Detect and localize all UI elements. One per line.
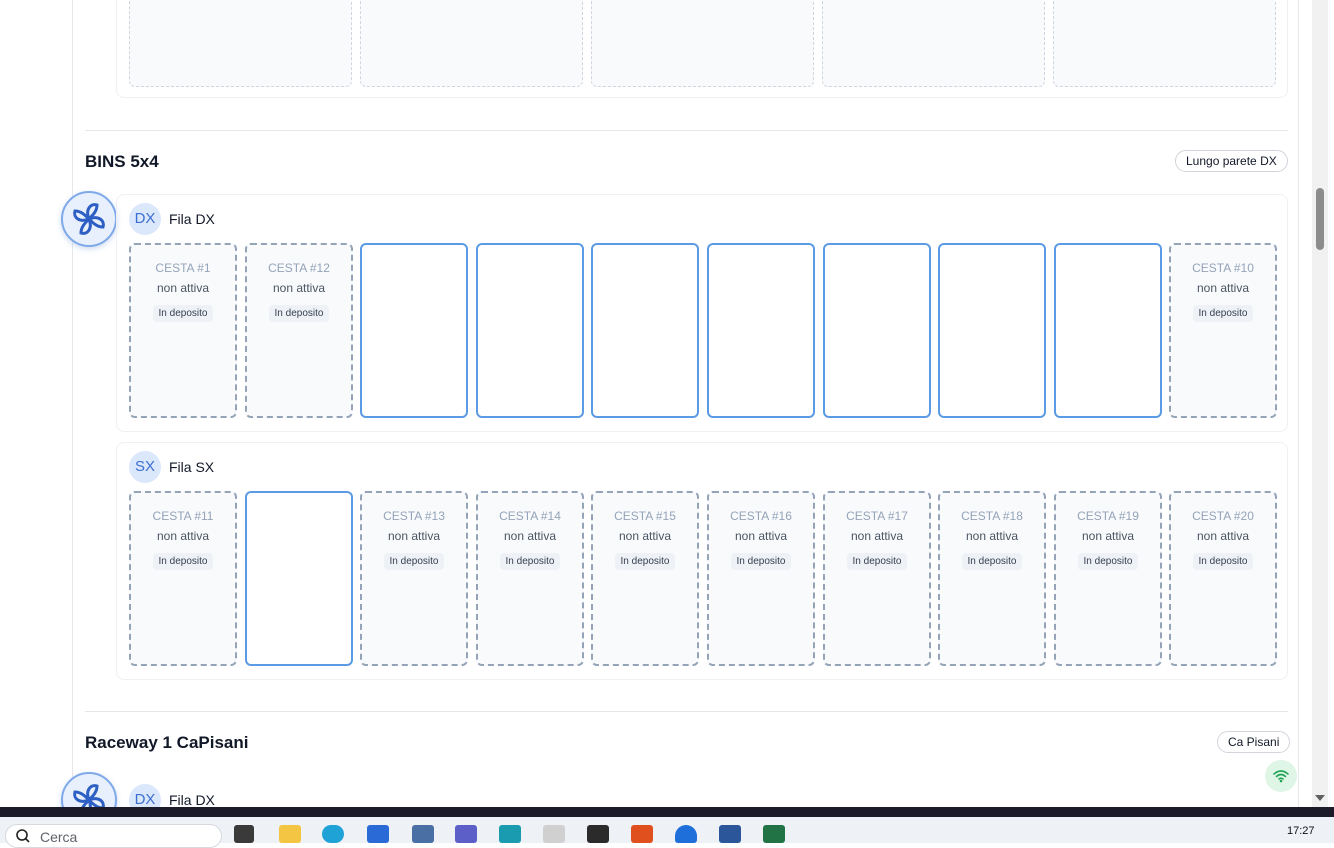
- row-label: Fila DX: [169, 211, 215, 227]
- taskbar-separator: [0, 807, 1334, 817]
- bin-slot-active[interactable]: [476, 243, 584, 418]
- bin-slot[interactable]: [1053, 0, 1276, 87]
- snipping-icon[interactable]: [543, 825, 565, 843]
- row-badge: SX: [129, 451, 161, 483]
- bin-status: non attiva: [734, 529, 788, 543]
- app-p-icon[interactable]: [587, 825, 609, 843]
- bin-location-badge: In deposito: [1192, 553, 1254, 570]
- bin-status: non attiva: [503, 529, 557, 543]
- bin-slot-active[interactable]: [1054, 243, 1162, 418]
- bin-location-badge: In deposito: [152, 305, 214, 322]
- onedrive-icon[interactable]: [675, 825, 697, 843]
- bin-status: non attiva: [156, 529, 210, 543]
- bin-status: non attiva: [387, 529, 441, 543]
- teams-icon[interactable]: [455, 825, 477, 843]
- section-location-tag: Lungo parete DX: [1175, 150, 1288, 172]
- vertical-scrollbar[interactable]: [1312, 0, 1328, 807]
- previous-row-group: [116, 0, 1288, 98]
- bin-name: CESTA #12: [268, 261, 330, 275]
- bin-name: CESTA #10: [1192, 261, 1254, 275]
- scroll-down-arrow-icon[interactable]: [1315, 795, 1325, 801]
- bin-card[interactable]: CESTA #14 non attiva In deposito: [476, 491, 584, 666]
- excel-icon[interactable]: [763, 825, 785, 843]
- bin-slot[interactable]: [591, 0, 814, 87]
- bin-slot[interactable]: [129, 0, 352, 87]
- bin-name: CESTA #16: [730, 509, 792, 523]
- bin-card[interactable]: CESTA #20 non attiva In deposito: [1169, 491, 1277, 666]
- bin-location-badge: In deposito: [499, 553, 561, 570]
- bin-name: CESTA #14: [499, 509, 561, 523]
- bin-status: non attiva: [1081, 529, 1135, 543]
- bin-name: CESTA #18: [961, 509, 1023, 523]
- search-icon: [16, 829, 30, 843]
- bin-status: non attiva: [156, 281, 210, 295]
- bin-status: non attiva: [965, 529, 1019, 543]
- bin-status: non attiva: [1196, 529, 1250, 543]
- section-divider: [85, 711, 1288, 712]
- section-divider: [85, 130, 1288, 131]
- bin-location-badge: In deposito: [961, 553, 1023, 570]
- bin-name: CESTA #15: [614, 509, 676, 523]
- bin-name: CESTA #1: [155, 261, 211, 275]
- store-icon[interactable]: [367, 825, 389, 843]
- bin-card[interactable]: CESTA #15 non attiva In deposito: [591, 491, 699, 666]
- bin-card[interactable]: CESTA #18 non attiva In deposito: [938, 491, 1046, 666]
- bin-status: non attiva: [272, 281, 326, 295]
- bin-card[interactable]: CESTA #13 non attiva In deposito: [360, 491, 468, 666]
- fan-icon-glyph: [73, 203, 105, 235]
- row-badge: DX: [129, 203, 161, 235]
- bin-slot-active[interactable]: [591, 243, 699, 418]
- wifi-icon[interactable]: [1265, 760, 1297, 792]
- word-icon[interactable]: [719, 825, 741, 843]
- row-label: Fila SX: [169, 459, 215, 475]
- bin-name: CESTA #11: [152, 509, 214, 523]
- section-title: BINS 5x4: [85, 152, 159, 171]
- bin-card[interactable]: CESTA #19 non attiva In deposito: [1054, 491, 1162, 666]
- taskbar-clock[interactable]: 17:27: [1287, 825, 1315, 837]
- bin-card[interactable]: CESTA #12 non attiva In deposito: [245, 243, 353, 418]
- bin-name: CESTA #19: [1077, 509, 1139, 523]
- task-view-icon[interactable]: [234, 825, 254, 843]
- bin-card[interactable]: CESTA #17 non attiva In deposito: [823, 491, 931, 666]
- section-title: Raceway 1 CaPisani: [85, 733, 249, 752]
- bin-slot-active[interactable]: [245, 491, 353, 666]
- bin-status: non attiva: [1196, 281, 1250, 295]
- bin-location-badge: In deposito: [1192, 305, 1254, 322]
- file-explorer-icon[interactable]: [279, 825, 301, 843]
- taskbar-search[interactable]: Cerca: [5, 824, 222, 848]
- section-location-tag: Ca Pisani: [1217, 731, 1291, 753]
- app-orange-icon[interactable]: [631, 825, 653, 843]
- edge-icon[interactable]: [322, 825, 344, 843]
- bin-name: CESTA #17: [846, 509, 908, 523]
- app-icon[interactable]: [499, 825, 521, 843]
- windows-taskbar: Cerca 17:27: [0, 817, 1334, 848]
- bin-location-badge: In deposito: [152, 553, 214, 570]
- bin-name: CESTA #20: [1192, 509, 1254, 523]
- left-gutter: [0, 0, 72, 807]
- bin-card[interactable]: CESTA #1 non attiva In deposito: [129, 243, 237, 418]
- bin-card[interactable]: CESTA #10 non attiva In deposito: [1169, 243, 1277, 418]
- bin-name: CESTA #13: [383, 509, 445, 523]
- bin-card[interactable]: CESTA #11 non attiva In deposito: [129, 491, 237, 666]
- bin-location-badge: In deposito: [730, 553, 792, 570]
- wifi-icon-glyph: [1273, 770, 1289, 783]
- bin-location-badge: In deposito: [268, 305, 330, 322]
- fan-icon[interactable]: [61, 191, 117, 247]
- bin-slot-active[interactable]: [938, 243, 1046, 418]
- bin-slot-active[interactable]: [823, 243, 931, 418]
- bin-status: non attiva: [618, 529, 672, 543]
- bin-slot[interactable]: [822, 0, 1045, 87]
- row-label: Fila DX: [169, 792, 215, 808]
- bin-location-badge: In deposito: [383, 553, 445, 570]
- scrollbar-thumb[interactable]: [1316, 188, 1324, 250]
- bin-status: non attiva: [850, 529, 904, 543]
- bin-slot[interactable]: [360, 0, 583, 87]
- bin-slot-active[interactable]: [360, 243, 468, 418]
- bin-card[interactable]: CESTA #16 non attiva In deposito: [707, 491, 815, 666]
- bin-location-badge: In deposito: [614, 553, 676, 570]
- bin-location-badge: In deposito: [1077, 553, 1139, 570]
- bin-location-badge: In deposito: [846, 553, 908, 570]
- calculator-icon[interactable]: [412, 825, 434, 843]
- bin-slot-active[interactable]: [707, 243, 815, 418]
